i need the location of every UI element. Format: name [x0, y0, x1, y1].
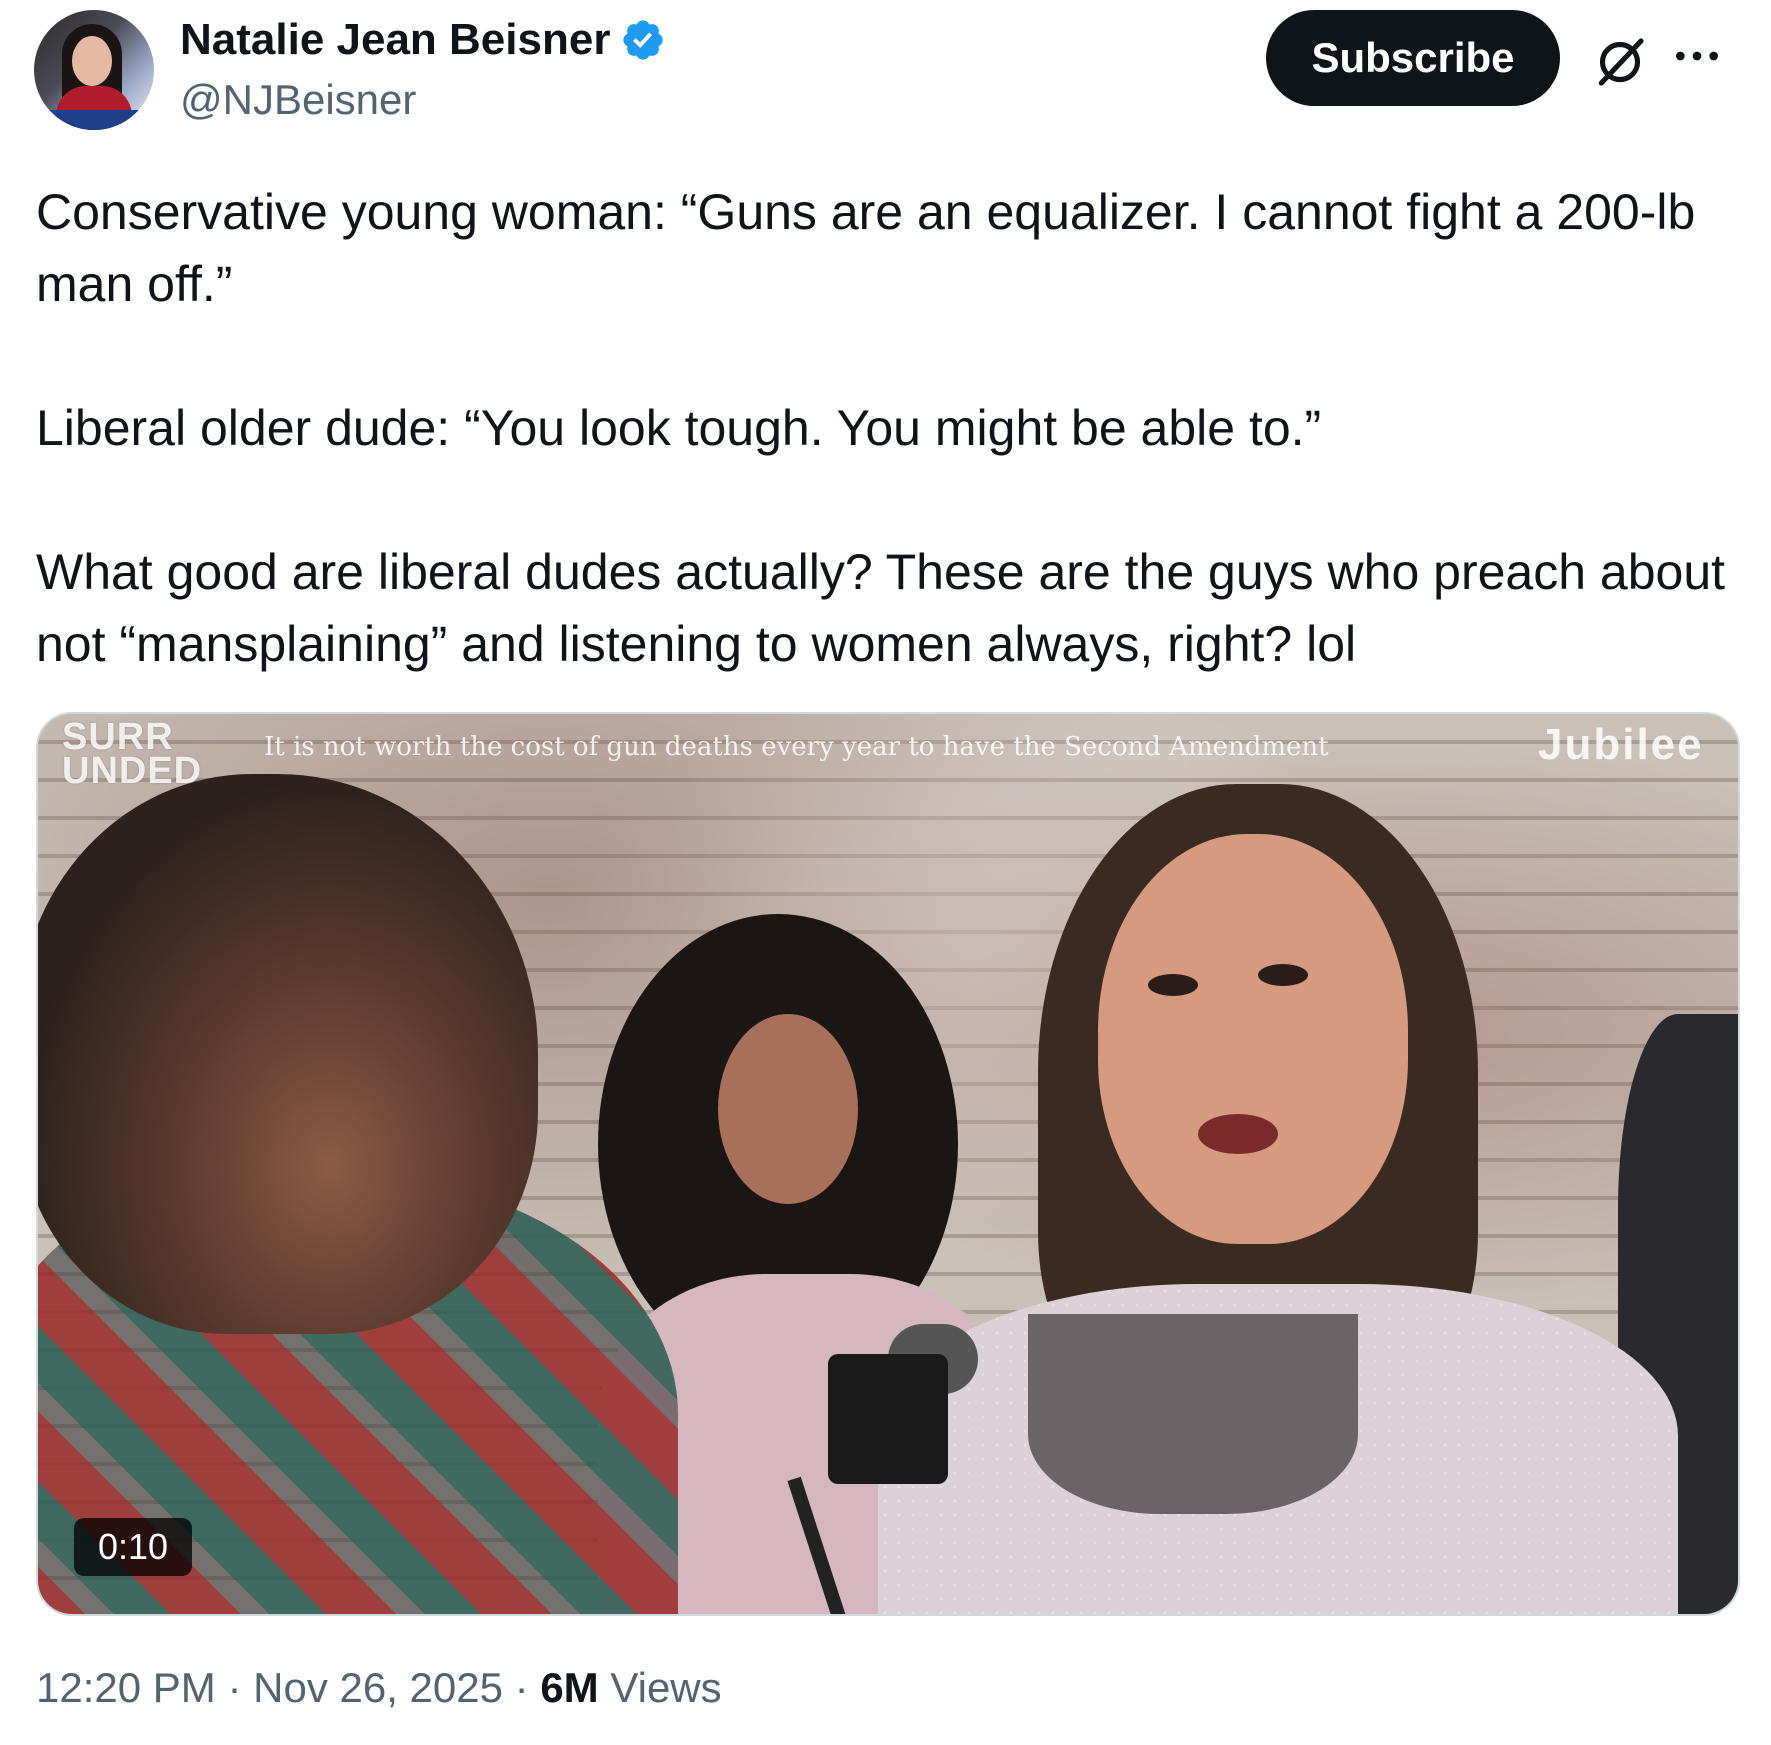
microphone-icon	[828, 1354, 948, 1484]
background-person-face	[718, 1014, 858, 1204]
video-duration-badge: 0:10	[74, 1518, 193, 1576]
speaker-mouth	[1198, 1114, 1278, 1154]
author-avatar[interactable]	[34, 10, 154, 130]
tweet-header: Natalie Jean Beisner @NJBeisner Subscrib…	[0, 0, 1771, 140]
author-handle[interactable]: @NJBeisner	[180, 74, 416, 126]
tweet-paragraph: Conservative young woman: “Guns are an e…	[36, 184, 1696, 312]
grok-icon[interactable]	[1592, 34, 1648, 90]
more-options-icon[interactable]	[1672, 36, 1722, 76]
video-caption-overlay: It is not worth the cost of gun deaths e…	[264, 732, 1329, 762]
subscribe-button[interactable]: Subscribe	[1266, 10, 1560, 106]
verified-badge-icon[interactable]	[620, 17, 666, 63]
views-count: 6M	[540, 1664, 599, 1711]
tweet-text: Conservative young woman: “Guns are an e…	[36, 176, 1736, 680]
avatar-banner	[34, 110, 154, 130]
meta-separator: ·	[514, 1664, 529, 1711]
speaker-face	[1098, 834, 1408, 1244]
speaker-eye	[1148, 974, 1198, 996]
author-name-row: Natalie Jean Beisner	[180, 14, 666, 66]
author-display-name[interactable]: Natalie Jean Beisner	[180, 14, 610, 66]
avatar-face	[72, 36, 112, 86]
meta-separator: ·	[227, 1664, 242, 1711]
jubilee-logo: Jubilee	[1538, 720, 1704, 769]
tweet-paragraph: Liberal older dude: “You look tough. You…	[36, 400, 1322, 456]
speaker-top	[1028, 1314, 1358, 1514]
speaker-eye	[1258, 964, 1308, 986]
tweet-metadata: 12:20 PM · Nov 26, 2025 · 6M Views	[36, 1660, 722, 1716]
video-player[interactable]: SURR UNDED It is not worth the cost of g…	[36, 712, 1740, 1616]
tweet-time[interactable]: 12:20 PM	[36, 1664, 216, 1711]
tweet-paragraph: What good are liberal dudes actually? Th…	[36, 544, 1726, 672]
views-label: Views	[610, 1664, 722, 1711]
tweet-date[interactable]: Nov 26, 2025	[253, 1664, 503, 1711]
surrounded-logo: SURR UNDED	[62, 716, 203, 792]
foreground-person-head	[38, 774, 538, 1334]
